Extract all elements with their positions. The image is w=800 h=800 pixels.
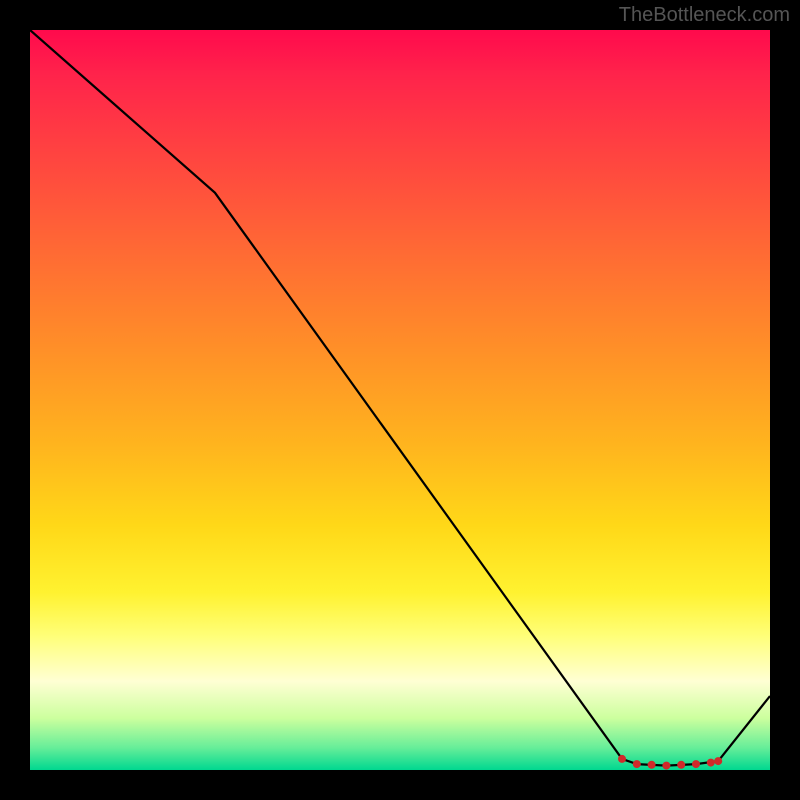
marker-dot xyxy=(648,761,656,769)
marker-dot xyxy=(662,762,670,770)
line-series-curve xyxy=(30,30,770,766)
chart-area xyxy=(30,30,770,770)
marker-dot xyxy=(633,760,641,768)
chart-line xyxy=(30,30,770,766)
watermark-text: TheBottleneck.com xyxy=(619,4,790,27)
chart-svg xyxy=(30,30,770,770)
marker-dot xyxy=(692,760,700,768)
marker-dot xyxy=(707,759,715,767)
marker-dot xyxy=(677,761,685,769)
marker-dot xyxy=(714,757,722,765)
marker-dot xyxy=(618,755,626,763)
